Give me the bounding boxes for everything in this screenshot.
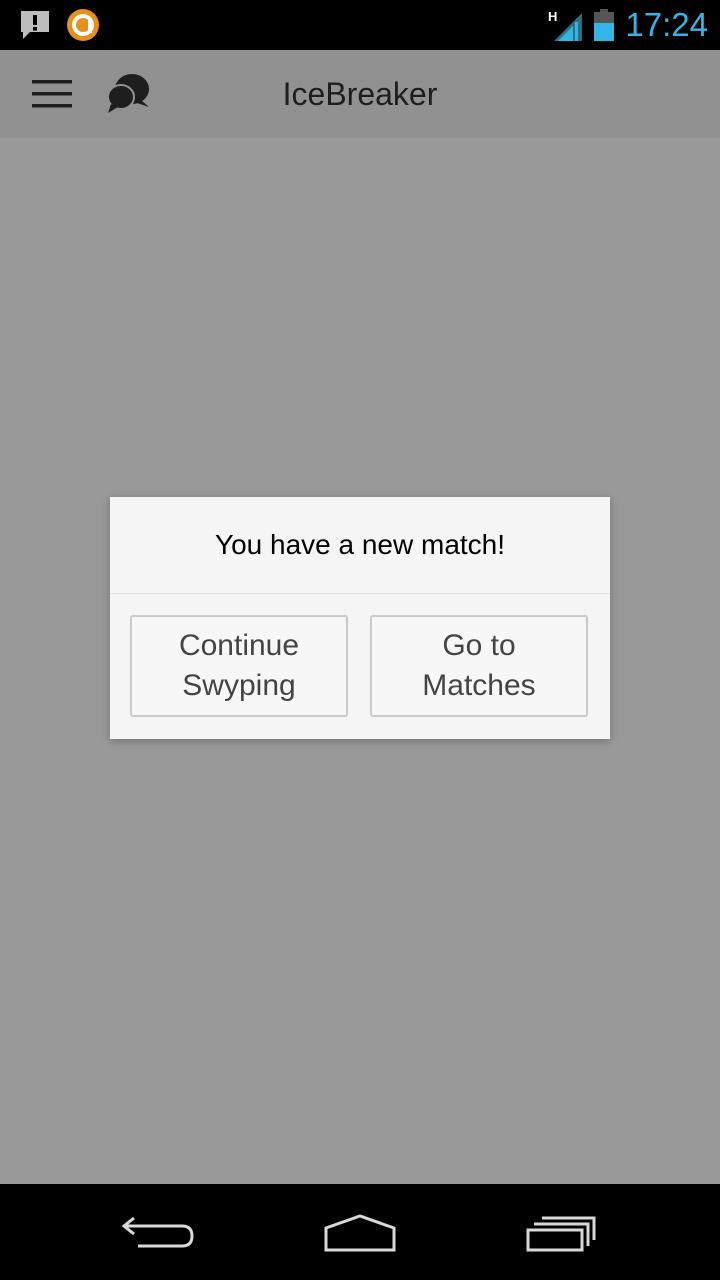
continue-swyping-label: Continue Swyping	[178, 629, 300, 702]
battery-icon	[593, 9, 615, 46]
avast-icon	[66, 8, 100, 42]
status-bar: H 17:24	[0, 0, 720, 50]
network-type-label: H	[548, 9, 557, 24]
home-icon[interactable]	[320, 1210, 400, 1254]
status-time: 17:24	[625, 6, 708, 43]
signal-icon: H	[548, 8, 584, 47]
alert-notification-icon	[18, 8, 52, 42]
navigation-bar	[0, 1184, 720, 1280]
dialog-divider	[110, 593, 610, 594]
back-icon[interactable]	[120, 1210, 200, 1254]
recent-apps-icon[interactable]	[520, 1210, 600, 1254]
go-to-matches-button[interactable]: Go to Matches	[370, 615, 588, 717]
dialog-message: You have a new match!	[214, 529, 506, 560]
go-to-matches-label: Go to Matches	[422, 629, 536, 702]
continue-swyping-button[interactable]: Continue Swyping	[130, 615, 348, 717]
match-dialog: You have a new match! Continue Swyping G…	[110, 497, 610, 739]
